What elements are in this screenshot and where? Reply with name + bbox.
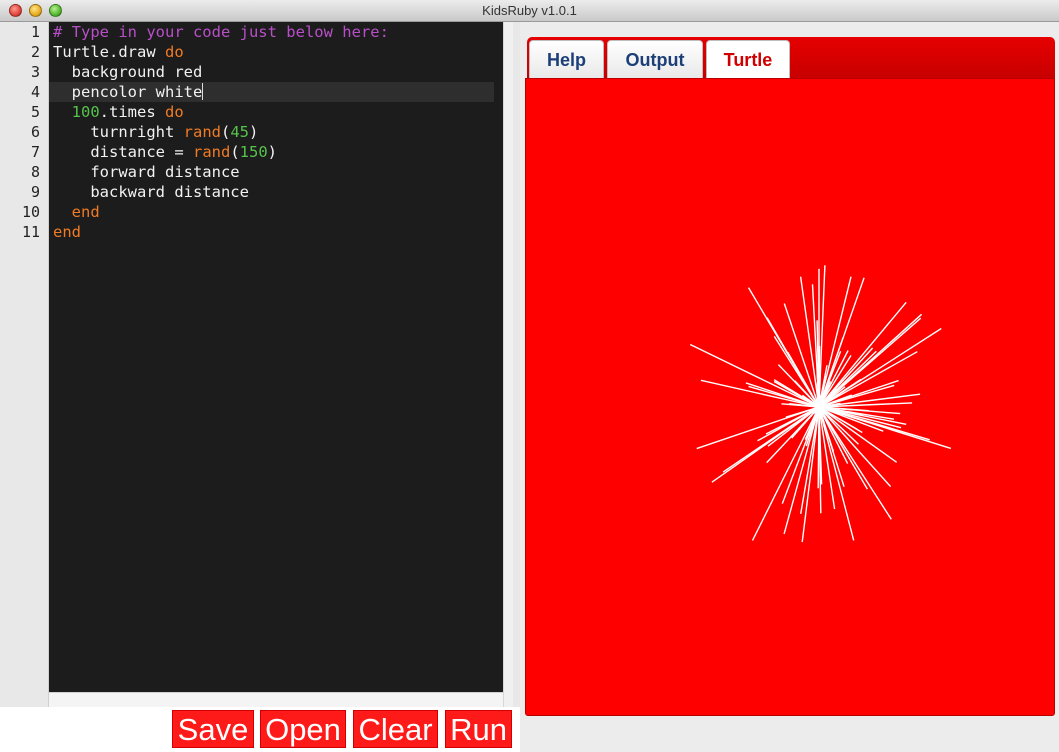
code-line[interactable]: turnright rand(45) bbox=[49, 122, 503, 142]
turtle-line bbox=[817, 406, 820, 489]
code-line[interactable]: pencolor white bbox=[49, 82, 494, 102]
turtle-line bbox=[700, 379, 820, 408]
editor-horizontal-scrollbar[interactable] bbox=[49, 692, 503, 707]
code-editor[interactable]: # Type in your code just below here: Turt… bbox=[49, 22, 503, 692]
code-token: ( bbox=[230, 143, 240, 161]
title-bar: KidsRuby v1.0.1 bbox=[0, 0, 1059, 22]
turtle-drawing bbox=[689, 265, 952, 543]
line-number: 8 bbox=[30, 163, 40, 181]
code-line[interactable]: end bbox=[49, 222, 503, 242]
code-token: ) bbox=[249, 123, 259, 141]
code-line[interactable]: Turtle.draw do bbox=[49, 42, 503, 62]
line-number: 7 bbox=[30, 143, 40, 161]
code-line[interactable]: background red bbox=[49, 62, 503, 82]
line-number: 2 bbox=[30, 43, 40, 61]
tab-turtle[interactable]: Turtle bbox=[706, 40, 790, 79]
code-line[interactable]: distance = rand(150) bbox=[49, 142, 503, 162]
line-number: 6 bbox=[30, 123, 40, 141]
line-number: 9 bbox=[30, 183, 40, 201]
code-token: 45 bbox=[230, 123, 249, 141]
line-number: 5 bbox=[30, 103, 40, 121]
turtle-line bbox=[818, 406, 892, 520]
code-token: end bbox=[53, 223, 81, 241]
line-number: 11 bbox=[21, 223, 40, 241]
turtle-canvas bbox=[525, 78, 1055, 716]
code-token: pencolor white bbox=[53, 83, 203, 101]
tab-help[interactable]: Help bbox=[529, 40, 604, 78]
code-token: turnright bbox=[53, 123, 184, 141]
save-button[interactable]: Save bbox=[172, 710, 254, 748]
window-title: KidsRuby v1.0.1 bbox=[482, 3, 577, 18]
code-token: do bbox=[164, 43, 184, 61]
code-token: background red bbox=[53, 63, 203, 81]
code-line[interactable]: 100.times do bbox=[49, 102, 503, 122]
code-token: ( bbox=[220, 123, 231, 141]
line-number: 3 bbox=[30, 63, 40, 81]
text-cursor bbox=[202, 83, 204, 100]
line-number-gutter: 1 2 3 4 5 6 7 8 9 10 11 bbox=[0, 22, 49, 707]
run-button[interactable]: Run bbox=[445, 710, 512, 748]
turtle-line bbox=[722, 406, 820, 473]
code-line[interactable]: end bbox=[49, 202, 503, 222]
code-token: ) bbox=[267, 143, 277, 161]
code-token: # Type in your code just below here: bbox=[53, 23, 389, 41]
code-token: 150 bbox=[239, 143, 268, 161]
turtle-line bbox=[818, 327, 942, 408]
code-token: 100 bbox=[71, 103, 100, 121]
clear-button[interactable]: Clear bbox=[353, 710, 438, 748]
line-number: 4 bbox=[30, 83, 40, 101]
code-token: .times bbox=[99, 103, 165, 121]
code-token: forward distance bbox=[53, 163, 240, 181]
editor-side-strip bbox=[503, 22, 513, 707]
code-line[interactable]: # Type in your code just below here: bbox=[49, 22, 503, 42]
code-token: rand bbox=[192, 143, 231, 161]
code-line[interactable]: forward distance bbox=[49, 162, 503, 182]
turtle-line bbox=[751, 406, 820, 541]
code-token: distance = bbox=[53, 143, 193, 161]
open-button[interactable]: Open bbox=[260, 710, 346, 748]
line-number: 10 bbox=[21, 203, 40, 221]
code-line[interactable]: backward distance bbox=[49, 182, 503, 202]
line-number: 1 bbox=[30, 23, 40, 41]
code-token: do bbox=[165, 103, 184, 121]
code-token: Turtle.draw bbox=[53, 43, 165, 61]
code-token: backward distance bbox=[53, 183, 249, 201]
code-token: end bbox=[71, 203, 100, 221]
code-token: rand bbox=[183, 123, 221, 141]
tab-output[interactable]: Output bbox=[607, 40, 703, 78]
